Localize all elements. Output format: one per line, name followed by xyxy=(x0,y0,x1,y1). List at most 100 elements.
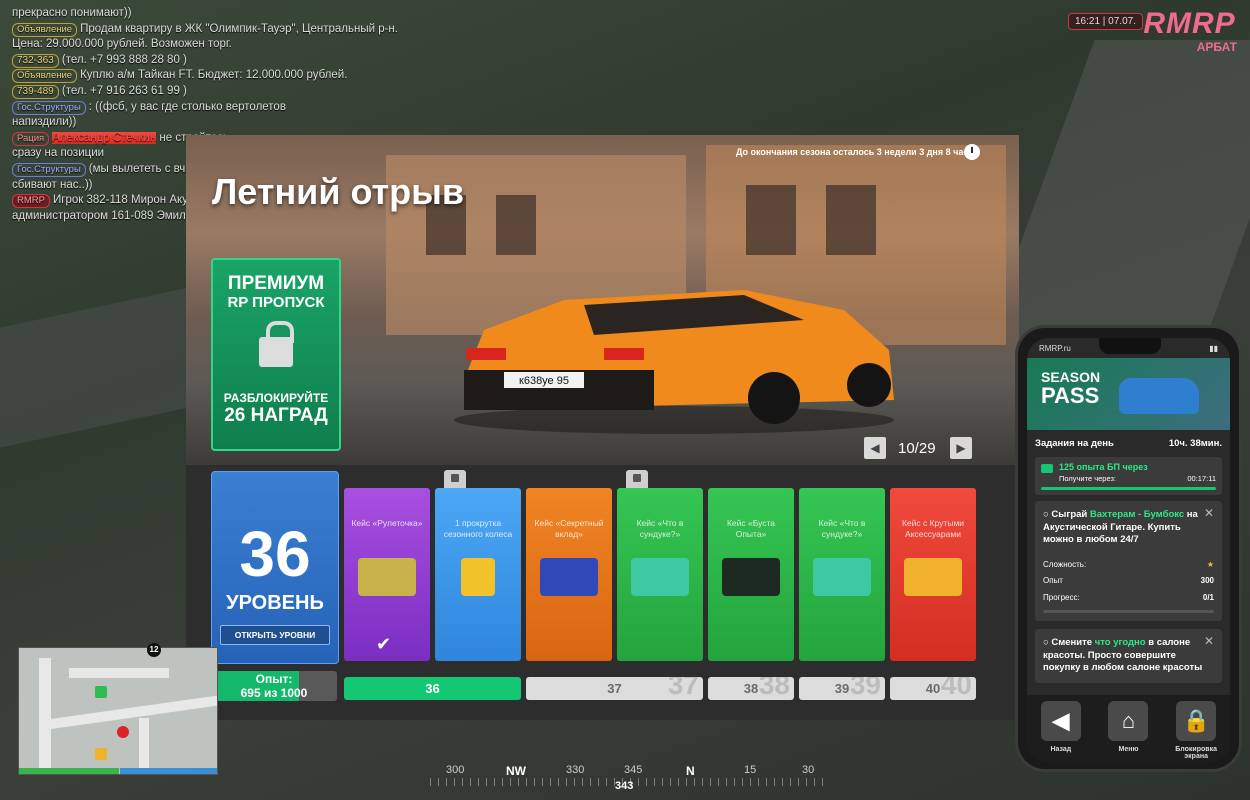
server-name: АРБАТ xyxy=(1196,40,1237,54)
map-marker-icon xyxy=(95,686,107,698)
task-card[interactable]: ✕ ○ Смените что угодно в салоне красоты.… xyxy=(1035,629,1222,683)
reward-pager: ◀ 10/29 ▶ xyxy=(864,437,972,459)
chat-number: 732-363 xyxy=(12,53,59,68)
page-indicator: 10/29 xyxy=(898,439,936,457)
chat-number: 739-489 xyxy=(12,84,59,99)
reward-card[interactable]: Кейс «Рулеточка» ✔ xyxy=(344,488,430,661)
season-title: Летний отрыв xyxy=(212,171,465,212)
reward-card[interactable]: Кейс «Секретный вклад» xyxy=(526,488,612,661)
car-image: к638уе 95 xyxy=(454,290,894,434)
chat-line: Цена: 29.000.000 рублей. Возможен торг. xyxy=(12,38,232,51)
case-icon xyxy=(813,558,871,596)
car-image xyxy=(1119,378,1199,414)
map-road xyxy=(39,658,51,768)
chat-tag: RMRP xyxy=(12,194,50,209)
phone-screen: RMRP.ru ▮▮ SEASON PASS Задания на день 10… xyxy=(1027,338,1230,763)
license-plate: к638уе 95 xyxy=(519,375,569,387)
case-icon xyxy=(904,558,962,596)
menu-button[interactable]: ⌂ Меню xyxy=(1106,701,1150,763)
case-icon xyxy=(631,558,689,596)
back-button[interactable]: ◀ Назад xyxy=(1039,701,1083,763)
compass: 300 NW 330 345 N 15 30 343 xyxy=(430,764,830,794)
compass-heading: 343 xyxy=(615,780,634,792)
map-road xyxy=(69,668,169,678)
phone-dock: ◀ Назад ⌂ Меню 🔒 Блокировка экрана xyxy=(1027,695,1230,763)
prev-page-button[interactable]: ◀ xyxy=(864,437,886,459)
level-bar: 40 40 xyxy=(890,677,976,700)
level-bar: 38 38 xyxy=(708,677,794,700)
window-decor xyxy=(496,195,536,255)
premium-pass-card[interactable]: ПРЕМИУМ RP ПРОПУСК РАЗБЛОКИРУЙТЕ 26 НАГР… xyxy=(211,258,341,451)
chat-tag: Объявление xyxy=(12,22,78,37)
season-pass-banner: SEASON PASS xyxy=(1027,358,1230,430)
daily-tasks: Задания на день 10ч. 38мин. 125 опыта БП… xyxy=(1027,430,1230,683)
close-icon[interactable]: ✕ xyxy=(1204,635,1214,648)
chat-tag: Гос.Структуры xyxy=(12,162,86,177)
reward-card[interactable]: 1 прокрутка сезонного колеса xyxy=(435,488,521,661)
clock-date: 16:21 | 07.07. xyxy=(1068,13,1143,30)
minimap xyxy=(18,647,218,775)
star-icon: ★ xyxy=(1206,559,1214,569)
reward-card[interactable]: Кейс «Буста Опыта» xyxy=(708,488,794,661)
chat-line: 739-489 (тел. +7 916 263 61 99 ) ✆ xyxy=(12,84,1051,345)
chat-line: 732-363 (тел. +7 993 888 28 80 ) ✆ xyxy=(12,53,1051,345)
case-icon xyxy=(540,558,598,596)
current-level-card: 36 УРОВЕНЬ ОТКРЫТЬ УРОВНИ xyxy=(211,471,339,664)
health-bar xyxy=(19,768,119,774)
chat-line: прекрасно понимают)) xyxy=(12,7,132,19)
season-timer-text: До окончания сезона осталось 3 недели 3 … xyxy=(736,147,980,157)
chat-line: Объявление Продам квартиру в ЖК "Олимпик-… xyxy=(12,22,432,38)
logo-text: RMRP xyxy=(1143,7,1236,40)
task-progress-bar xyxy=(1043,610,1214,613)
home-icon: ⌂ xyxy=(1108,701,1149,741)
phone: RMRP.ru ▮▮ SEASON PASS Задания на день 10… xyxy=(1015,325,1242,772)
reward-card[interactable]: Кейс с Крутыми Аксессуарами xyxy=(890,488,976,661)
ticket-icon xyxy=(461,558,495,596)
season-pass-window: к638уе 95 Летний отрыв До окончания сезо… xyxy=(186,135,1019,720)
xp-label: Опыт: 695 из 1000 xyxy=(240,672,308,700)
window-decor xyxy=(746,185,796,255)
lock-icon xyxy=(444,470,466,488)
level-bar: 37 37 xyxy=(526,677,703,700)
server-logo: RMRP АРБАТ xyxy=(1142,7,1237,55)
chat-line: Гос.Структуры: ((фсб, у вас где столько … xyxy=(12,100,432,116)
phone-notch xyxy=(1099,338,1161,354)
open-levels-button[interactable]: ОТКРЫТЬ УРОВНИ xyxy=(220,625,330,645)
level-number: 36 xyxy=(239,518,311,590)
map-marker-icon xyxy=(95,748,107,760)
case-icon xyxy=(358,558,416,596)
task-card[interactable]: ✕ ○ Сыграй Вахтерам - Бумбокс на Акустич… xyxy=(1035,501,1222,621)
map-marker-icon xyxy=(117,726,129,738)
task-progress-bar xyxy=(1041,487,1216,490)
next-page-button[interactable]: ▶ xyxy=(950,437,972,459)
battery-icon: ▮▮ xyxy=(1209,344,1218,353)
check-icon: ✔ xyxy=(376,634,392,654)
street-background xyxy=(985,40,1250,340)
tasks-title: Задания на день xyxy=(1035,438,1114,449)
reward-card[interactable]: Кейс «Что в сундуке?» xyxy=(617,488,703,661)
chat-tag: Гос.Структуры xyxy=(12,100,86,115)
chat-tag: Рация xyxy=(12,131,50,146)
tasks-timer: 10ч. 38мин. xyxy=(1168,438,1222,449)
clock-icon xyxy=(964,144,980,160)
case-icon xyxy=(722,558,780,596)
close-icon[interactable]: ✕ xyxy=(1204,507,1214,520)
map-road xyxy=(139,718,149,768)
lock-screen-button[interactable]: 🔒 Блокировка экрана xyxy=(1174,701,1218,763)
active-task[interactable]: 125 опыта БП через Получите через: 00:17… xyxy=(1035,457,1222,495)
lock-icon: 🔒 xyxy=(1176,701,1217,741)
minimap-badge: 12 xyxy=(147,643,161,657)
map-road xyxy=(39,695,217,731)
back-arrow-icon: ◀ xyxy=(1040,701,1081,741)
level-label: УРОВЕНЬ xyxy=(226,592,324,614)
reward-card[interactable]: Кейс «Что в сундуке?» xyxy=(799,488,885,661)
chat-tag: Объявление xyxy=(12,69,78,84)
window-decor xyxy=(826,185,876,255)
chat-line: напиздили)) xyxy=(12,116,77,129)
armor-bar xyxy=(120,768,217,774)
level-bar-current: 36 xyxy=(344,677,521,700)
lock-icon xyxy=(259,321,294,367)
chat-line: Объявление Куплю а/м Тайкан FT. Бюджет: 1… xyxy=(12,68,432,84)
level-bar: 39 39 xyxy=(799,677,885,700)
lock-icon xyxy=(626,470,648,488)
